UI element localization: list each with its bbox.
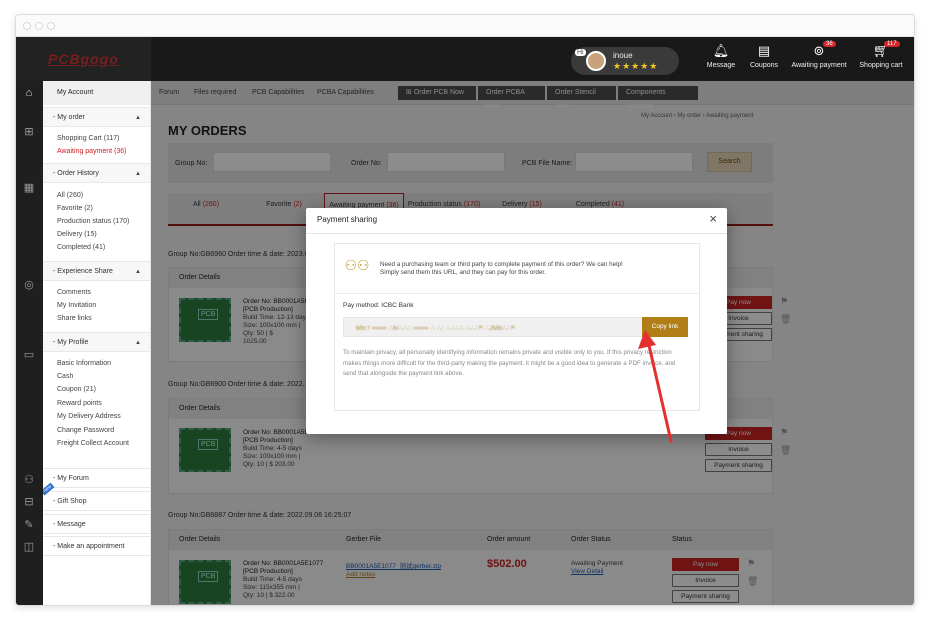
sidebar-item-freight-collect[interactable]: Freight Collect Account	[57, 440, 129, 447]
caret-up-icon: ▲	[135, 269, 141, 275]
sidebar: My Account - My order ▲ Shopping Cart (11…	[43, 81, 151, 605]
sharing-panel: ⚇⚇ Need a purchasing team or third party…	[334, 243, 700, 411]
privacy-note: To maintain privacy, all personally iden…	[343, 349, 676, 377]
sidebar-item-all[interactable]: All (260)	[57, 192, 83, 199]
payment-sharing-modal: Payment sharing × ⚇⚇ Need a purchasing t…	[306, 208, 727, 434]
message-button[interactable]: 🔔︎ Message	[704, 43, 738, 69]
message-rail-icon[interactable]: ✎	[22, 518, 36, 531]
awaiting-payment-badge: 36	[823, 41, 836, 47]
coupons-label: Coupons	[749, 62, 779, 69]
sidebar-item-delivery[interactable]: Delivery (15)	[57, 231, 97, 238]
top-bar: PCBgogo Hi inoue ★★★★★ 🔔︎ Message ▤ Coup…	[16, 37, 914, 81]
awaiting-payment-label: Awaiting payment	[791, 62, 847, 69]
caret-up-icon: ▲	[135, 171, 141, 177]
sidebar-item-production[interactable]: Production status (170)	[57, 218, 129, 225]
user-name: inoue	[613, 51, 633, 60]
user-rating-stars: ★★★★★	[613, 61, 659, 71]
title-bar	[16, 15, 914, 37]
greeting-bubble: Hi	[575, 49, 586, 56]
coupons-button[interactable]: ▤ Coupons	[746, 43, 782, 69]
close-window-dot[interactable]	[23, 22, 31, 30]
sidebar-item-delivery-address[interactable]: My Delivery Address	[57, 413, 121, 420]
copy-link-button[interactable]: Copy link	[642, 317, 688, 337]
sidebar-item-cash[interactable]: Cash	[57, 373, 73, 380]
sidebar-header[interactable]: My Account	[43, 81, 150, 105]
sidebar-item-invitation[interactable]: My Invitation	[57, 302, 96, 309]
sidebar-item-basic-info[interactable]: Basic Information	[57, 360, 111, 367]
info-line-1: Need a purchasing team or third party to…	[380, 261, 623, 268]
awaiting-payment-button[interactable]: ⊚ 36 Awaiting payment	[789, 41, 849, 69]
minimize-window-dot[interactable]	[35, 22, 43, 30]
cart-badge: 117	[884, 41, 900, 47]
info-line-2: Simply send them this URL, and they can …	[380, 268, 546, 276]
site-logo[interactable]: PCBgogo	[48, 51, 119, 67]
coupon-icon: ▤	[757, 43, 771, 58]
history-rail-icon[interactable]: ▦	[22, 181, 36, 194]
section-label: - My Profile	[53, 339, 89, 346]
caret-up-icon: ▲	[135, 340, 141, 346]
info-box: ⚇⚇ Need a purchasing team or third party…	[335, 244, 699, 294]
sidebar-item-favorite[interactable]: Favorite (2)	[57, 205, 93, 212]
gift-rail-icon[interactable]: ⊟	[22, 495, 36, 508]
cart-icon: 🛒︎ 117	[856, 41, 906, 58]
payment-link-field[interactable]: Mb:! ═══ ∴h⁄∴∴∴ ═══ ∴ ∴; ∴∴∴∴ ∴∴∴ᴹ ∴JMb∴…	[343, 317, 643, 337]
sidebar-section-my-order[interactable]: - My order ▲	[43, 107, 150, 127]
modal-divider	[306, 233, 727, 234]
avatar	[586, 51, 606, 71]
sidebar-item-change-password[interactable]: Change Password	[57, 427, 114, 434]
pay-method: Pay method: ICBC Bank	[343, 302, 414, 309]
close-icon[interactable]: ×	[709, 211, 717, 226]
sidebar-item-message[interactable]: - Message	[43, 514, 150, 534]
share-rail-icon[interactable]: ◎	[22, 278, 36, 291]
team-icon: ⚇⚇	[344, 257, 370, 273]
user-profile[interactable]: Hi inoue ★★★★★	[571, 47, 679, 75]
appointment-rail-icon[interactable]: ◫	[22, 540, 36, 553]
caret-up-icon: ▲	[135, 115, 141, 121]
sidebar-section-my-profile[interactable]: - My Profile ▲	[43, 332, 150, 352]
cart-rail-icon[interactable]: ⊞	[22, 125, 36, 138]
sidebar-item-gift-shop[interactable]: - Gift Shop	[43, 491, 150, 511]
sidebar-item-reward-points[interactable]: Reward points	[57, 400, 102, 407]
sidebar-item-shopping-cart[interactable]: Shopping Cart (117)	[57, 135, 120, 142]
sidebar-item-awaiting-payment[interactable]: Awaiting payment (36)	[57, 148, 127, 155]
sidebar-item-comments[interactable]: Comments	[57, 289, 91, 296]
section-label: - My order	[53, 114, 85, 121]
icon-rail: ⌂ ⊞ ▦ ◎ ▭ ⚇ ⊟ ✎ ◫	[16, 81, 43, 605]
section-label: - Experience Share	[53, 268, 113, 275]
sidebar-item-coupon[interactable]: Coupon (21)	[57, 386, 96, 393]
sidebar-section-experience-share[interactable]: - Experience Share ▲	[43, 261, 150, 281]
profile-rail-icon[interactable]: ▭	[22, 348, 36, 361]
forum-rail-icon[interactable]: ⚇	[22, 473, 36, 486]
wallet-icon: ⊚ 36	[789, 41, 849, 58]
sidebar-item-appointment[interactable]: - Make an appointment	[43, 536, 150, 556]
maximize-window-dot[interactable]	[47, 22, 55, 30]
sidebar-item-completed[interactable]: Completed (41)	[57, 244, 105, 251]
payment-link-text: Mb:! ═══ ∴h⁄∴∴∴ ═══ ∴ ∴; ∴∴∴∴ ∴∴∴ᴹ ∴JMb∴…	[356, 325, 515, 332]
message-label: Message	[706, 62, 736, 69]
shopping-cart-label: Shopping cart	[859, 62, 903, 69]
sidebar-item-share-links[interactable]: Share links	[57, 315, 92, 322]
bell-icon: 🔔︎	[712, 43, 730, 58]
modal-title: Payment sharing	[317, 215, 378, 224]
home-icon[interactable]: ⌂	[22, 87, 36, 99]
shopping-cart-button[interactable]: 🛒︎ 117 Shopping cart	[856, 41, 906, 69]
sidebar-section-order-history[interactable]: - Order History ▲	[43, 163, 150, 183]
section-label: - Order History	[53, 170, 99, 177]
sidebar-item-forum[interactable]: - My Forum	[43, 468, 150, 488]
info-text: Need a purchasing team or third party to…	[380, 261, 680, 276]
